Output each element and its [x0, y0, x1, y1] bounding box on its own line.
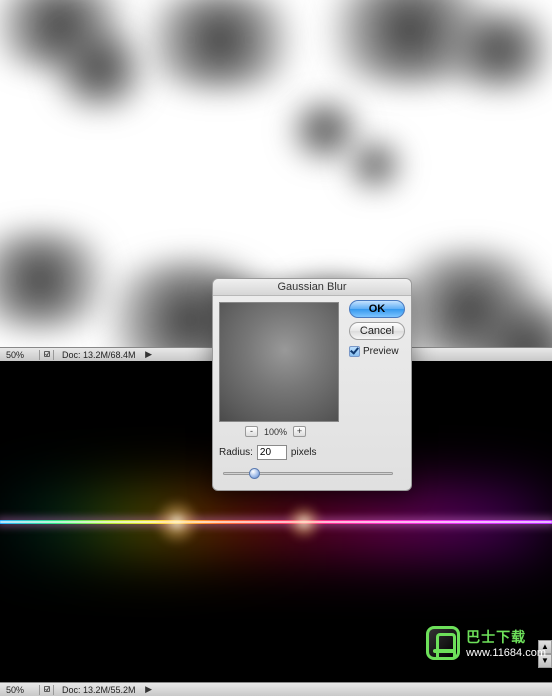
preview-checkbox[interactable]: [349, 346, 360, 357]
browse-icon[interactable]: [40, 685, 54, 695]
filter-preview[interactable]: [219, 302, 339, 422]
zoom-percent[interactable]: 50%: [0, 685, 40, 695]
preview-zoom-value: 100%: [264, 427, 287, 437]
info-flyout-arrow-icon[interactable]: ▶: [144, 349, 154, 360]
watermark-title: 巴士下载: [466, 627, 546, 647]
doc-info: Doc: 13.2M/68.4M: [54, 350, 144, 360]
gaussian-blur-dialog: Gaussian Blur - 100% + Radius: pixels OK…: [212, 278, 412, 491]
radius-slider[interactable]: [223, 466, 393, 480]
zoom-out-button[interactable]: -: [245, 426, 258, 437]
cloud-texture: [340, 140, 410, 190]
radius-unit: pixels: [291, 447, 317, 458]
watermark-url: www.11684.com: [466, 647, 546, 659]
browse-icon[interactable]: [40, 350, 54, 360]
preview-checkbox-row[interactable]: Preview: [349, 346, 405, 357]
lens-flare: [152, 497, 202, 547]
cancel-button[interactable]: Cancel: [349, 322, 405, 340]
radius-label: Radius:: [219, 447, 253, 458]
lens-flare: [284, 502, 324, 542]
rainbow-core: [0, 521, 552, 523]
radius-input[interactable]: [257, 445, 287, 460]
preview-checkbox-label: Preview: [363, 346, 399, 357]
zoom-percent[interactable]: 50%: [0, 350, 40, 360]
watermark-logo-icon: [426, 626, 460, 660]
slider-thumb[interactable]: [249, 468, 260, 479]
info-flyout-arrow-icon[interactable]: ▶: [144, 684, 154, 695]
cloud-texture: [40, 30, 160, 110]
zoom-in-button[interactable]: +: [293, 426, 306, 437]
watermark: 巴士下载 www.11684.com: [426, 626, 546, 660]
bottom-status-bar: 50% Doc: 13.2M/55.2M ▶: [0, 682, 552, 696]
ok-button[interactable]: OK: [349, 300, 405, 318]
dialog-title[interactable]: Gaussian Blur: [213, 279, 411, 296]
doc-info: Doc: 13.2M/55.2M: [54, 685, 144, 695]
